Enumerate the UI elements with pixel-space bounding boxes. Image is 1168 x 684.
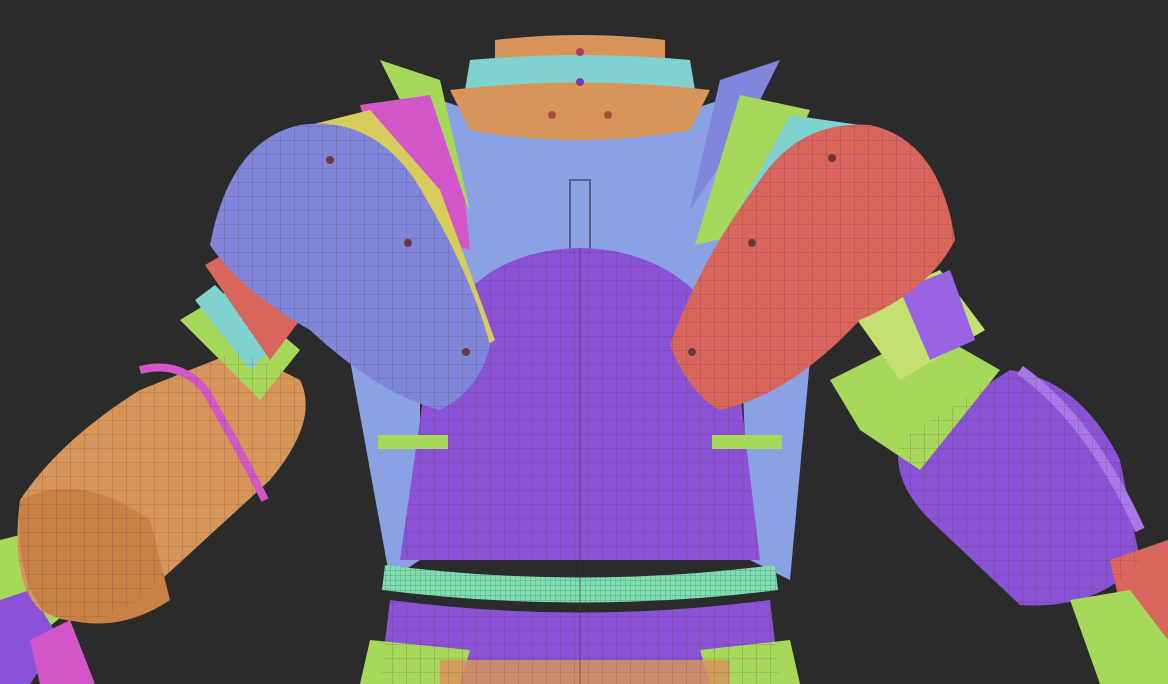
left-side-strap bbox=[378, 435, 448, 449]
right-side-strap bbox=[712, 435, 782, 449]
3d-viewport[interactable] bbox=[0, 0, 1168, 684]
rivet bbox=[548, 111, 556, 119]
collar-orange bbox=[450, 82, 710, 140]
rivet bbox=[688, 348, 696, 356]
rivet bbox=[576, 48, 584, 56]
rivet bbox=[462, 348, 470, 356]
rivet bbox=[604, 111, 612, 119]
armor-model-render bbox=[0, 0, 1168, 684]
rivet bbox=[404, 239, 412, 247]
rivet bbox=[748, 239, 756, 247]
rivet bbox=[326, 156, 334, 164]
rivet bbox=[576, 78, 584, 86]
rivet bbox=[828, 154, 836, 162]
